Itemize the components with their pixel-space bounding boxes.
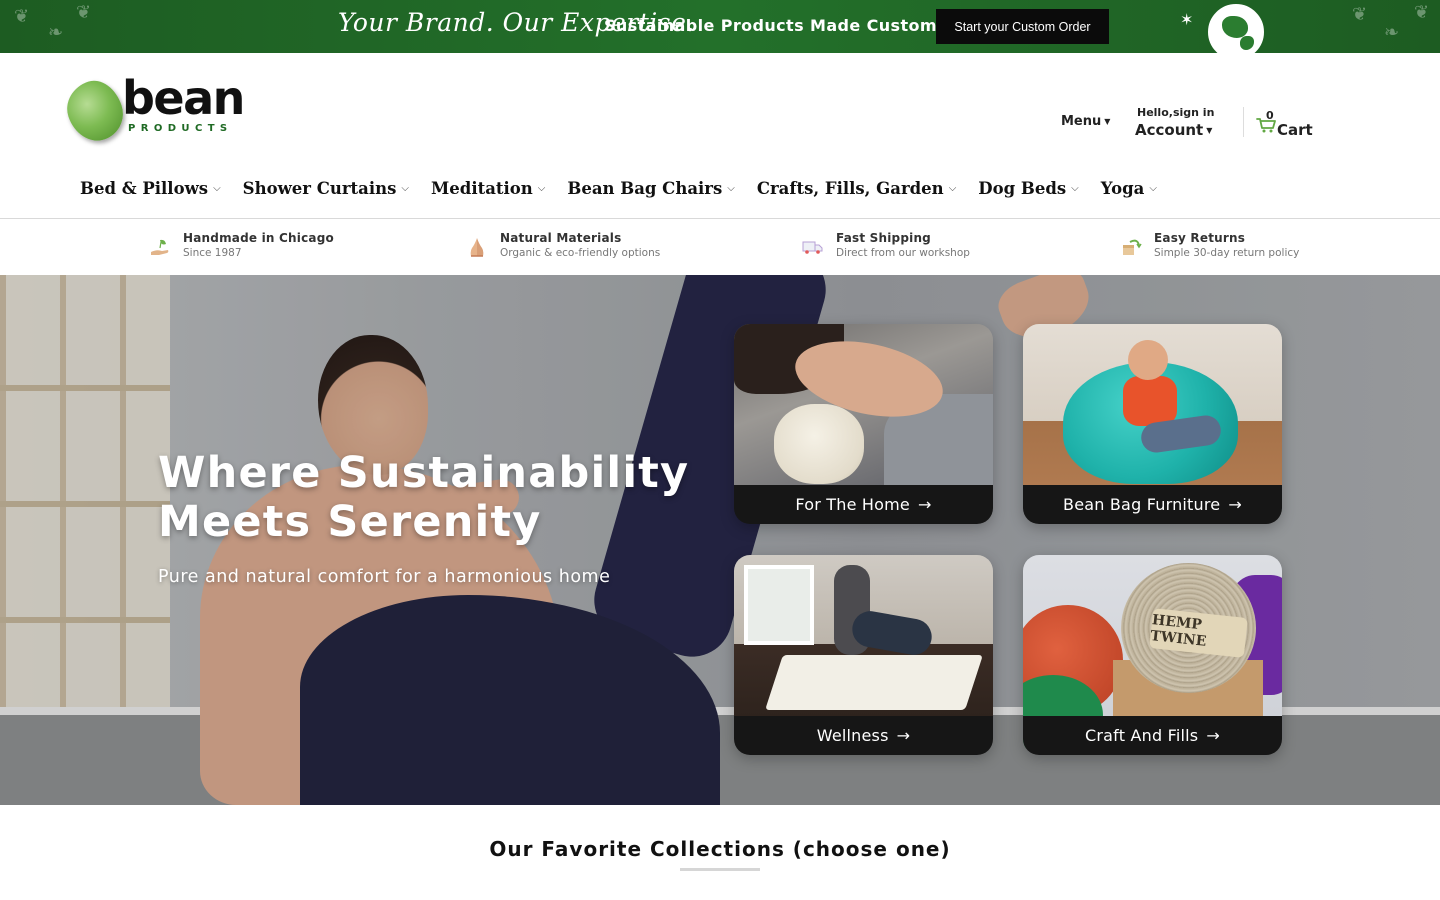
- image-shape: [1128, 340, 1168, 380]
- caret-down-icon: ▼: [1206, 126, 1213, 135]
- feature-title: Handmade in Chicago: [183, 231, 334, 245]
- image-shape: [765, 655, 983, 710]
- menu-label: Menu: [1061, 114, 1102, 129]
- feature-subtitle: Direct from our workshop: [836, 247, 970, 259]
- chevron-down-icon: ⌵: [1149, 183, 1157, 194]
- feature-handmade: Handmade in Chicago Since 1987: [149, 231, 334, 259]
- bean-bag-furniture-image: [1023, 324, 1282, 486]
- nav-item-crafts-fills-garden[interactable]: Crafts, Fills, Garden ⌵: [757, 179, 956, 198]
- feature-subtitle: Since 1987: [183, 247, 242, 259]
- site-header: bean PRODUCTS Menu ▼ Hello,sign in Accoun…: [0, 53, 1440, 219]
- image-shape: [744, 565, 814, 645]
- hero-banner: Where Sustainability Meets Serenity Pure…: [0, 275, 1440, 805]
- nav-item-label: Bed & Pillows: [80, 179, 209, 198]
- leaf-pattern-icon: ❦: [1414, 2, 1430, 23]
- sign-in-prompt[interactable]: Hello,sign in: [1137, 106, 1214, 119]
- leaf-pattern-icon: ❧: [1384, 22, 1400, 43]
- hero-title: Where Sustainability Meets Serenity: [158, 448, 690, 547]
- praying-hands-icon: [470, 238, 484, 257]
- arrow-right-icon: →: [1206, 726, 1220, 745]
- leaf-pattern-icon: ❦: [1352, 4, 1368, 25]
- cart-link[interactable]: 0 Cart: [1256, 109, 1316, 139]
- features-strip: Handmade in Chicago Since 1987 Natural M…: [0, 220, 1440, 275]
- main-navigation: Bed & Pillows ⌵ Shower Curtains ⌵ Meditati…: [80, 179, 1179, 198]
- tile-caption: For The Home →: [734, 485, 993, 524]
- chevron-down-icon: ⌵: [727, 183, 735, 194]
- for-the-home-image: [734, 324, 993, 494]
- chevron-down-icon: ⌵: [537, 183, 546, 194]
- collections-section: Our Favorite Collections (choose one): [0, 805, 1440, 900]
- category-tile-wellness[interactable]: Wellness →: [734, 555, 993, 755]
- nav-item-meditation[interactable]: Meditation ⌵: [431, 179, 545, 198]
- menu-dropdown[interactable]: Menu ▼: [1061, 114, 1110, 129]
- nav-item-label: Bean Bag Chairs: [567, 179, 723, 198]
- cart-count: 0: [1266, 109, 1274, 122]
- image-shape: [774, 404, 864, 484]
- globe-icon: [1208, 4, 1264, 53]
- feature-subtitle: Organic & eco-friendly options: [500, 247, 661, 259]
- hero-subtitle: Pure and natural comfort for a harmoniou…: [158, 567, 611, 587]
- truck-icon: [802, 241, 823, 254]
- image-shape: [1123, 376, 1177, 426]
- feature-title: Easy Returns: [1154, 231, 1246, 245]
- account-label: Account: [1135, 121, 1204, 139]
- chevron-down-icon: ⌵: [213, 183, 221, 194]
- nav-item-label: Yoga: [1100, 179, 1145, 198]
- nav-item-label: Shower Curtains: [242, 179, 397, 198]
- tile-caption: Bean Bag Furniture →: [1023, 485, 1282, 524]
- promo-headline: Sustainable Products Made Custom: [604, 16, 937, 35]
- bean-products-logo[interactable]: bean PRODUCTS: [60, 71, 245, 148]
- feature-subtitle: Simple 30-day return policy: [1154, 247, 1300, 259]
- feature-natural-materials: Natural Materials Organic & eco-friendly…: [466, 231, 660, 259]
- arrow-right-icon: →: [1228, 495, 1242, 514]
- sparkle-icon: ✶: [1180, 10, 1194, 29]
- nav-item-dog-beds[interactable]: Dog Beds ⌵: [978, 179, 1078, 198]
- tile-caption: Wellness →: [734, 716, 993, 755]
- account-dropdown[interactable]: Account ▼: [1135, 121, 1212, 139]
- category-tile-craft-and-fills[interactable]: HEMP TWINE Craft And Fills →: [1023, 555, 1282, 755]
- logo-subtitle: PRODUCTS: [128, 123, 233, 134]
- category-tile-for-the-home[interactable]: For The Home →: [734, 324, 993, 524]
- tile-caption: Craft And Fills →: [1023, 716, 1282, 755]
- craft-and-fills-image: HEMP TWINE: [1023, 555, 1282, 755]
- header-divider: [1243, 107, 1244, 137]
- caret-down-icon: ▼: [1104, 117, 1111, 126]
- nav-item-label: Meditation: [431, 179, 533, 198]
- nav-item-label: Dog Beds: [978, 179, 1067, 198]
- feature-title: Fast Shipping: [836, 231, 931, 245]
- leaf-pattern-icon: ❦: [14, 6, 30, 27]
- tile-label: Craft And Fills: [1085, 726, 1199, 745]
- nav-item-bean-bag-chairs[interactable]: Bean Bag Chairs ⌵: [567, 179, 734, 198]
- feature-title: Natural Materials: [500, 231, 622, 245]
- return-box-icon: [1123, 239, 1142, 255]
- category-tile-bean-bag-furniture[interactable]: Bean Bag Furniture →: [1023, 324, 1282, 524]
- wellness-image: [734, 555, 993, 717]
- arrow-right-icon: →: [896, 726, 911, 745]
- feature-easy-returns: Easy Returns Simple 30-day return policy: [1120, 231, 1299, 259]
- nav-item-shower-curtains[interactable]: Shower Curtains ⌵: [243, 179, 409, 198]
- tile-label: Bean Bag Furniture: [1063, 495, 1221, 514]
- feature-fast-shipping: Fast Shipping Direct from our workshop: [802, 231, 970, 259]
- chevron-down-icon: ⌵: [948, 183, 957, 194]
- hand-leaf-icon: [151, 239, 169, 255]
- leaf-pattern-icon: ❦: [76, 2, 92, 23]
- promo-banner: ❦ ❧ ❦ ❦ ❧ ❦ Your Brand. Our Expertise. S…: [0, 0, 1440, 53]
- logo-wordmark: bean: [122, 71, 245, 125]
- arrow-right-icon: →: [917, 495, 932, 514]
- leaf-pattern-icon: ❧: [48, 22, 64, 43]
- collections-heading: Our Favorite Collections (choose one): [489, 837, 951, 861]
- nav-item-yoga[interactable]: Yoga ⌵: [1101, 179, 1157, 198]
- nav-item-bed-pillows[interactable]: Bed & Pillows ⌵: [80, 179, 221, 198]
- chevron-down-icon: ⌵: [401, 183, 410, 194]
- bean-logo-icon: [60, 74, 130, 148]
- chevron-down-icon: ⌵: [1071, 183, 1079, 194]
- tile-label: For The Home: [795, 495, 910, 514]
- cart-label: Cart: [1277, 121, 1313, 139]
- heading-underline: [680, 868, 760, 871]
- start-custom-order-button[interactable]: Start your Custom Order: [936, 9, 1109, 44]
- nav-item-label: Crafts, Fills, Garden: [756, 179, 944, 198]
- tile-label: Wellness: [816, 726, 889, 745]
